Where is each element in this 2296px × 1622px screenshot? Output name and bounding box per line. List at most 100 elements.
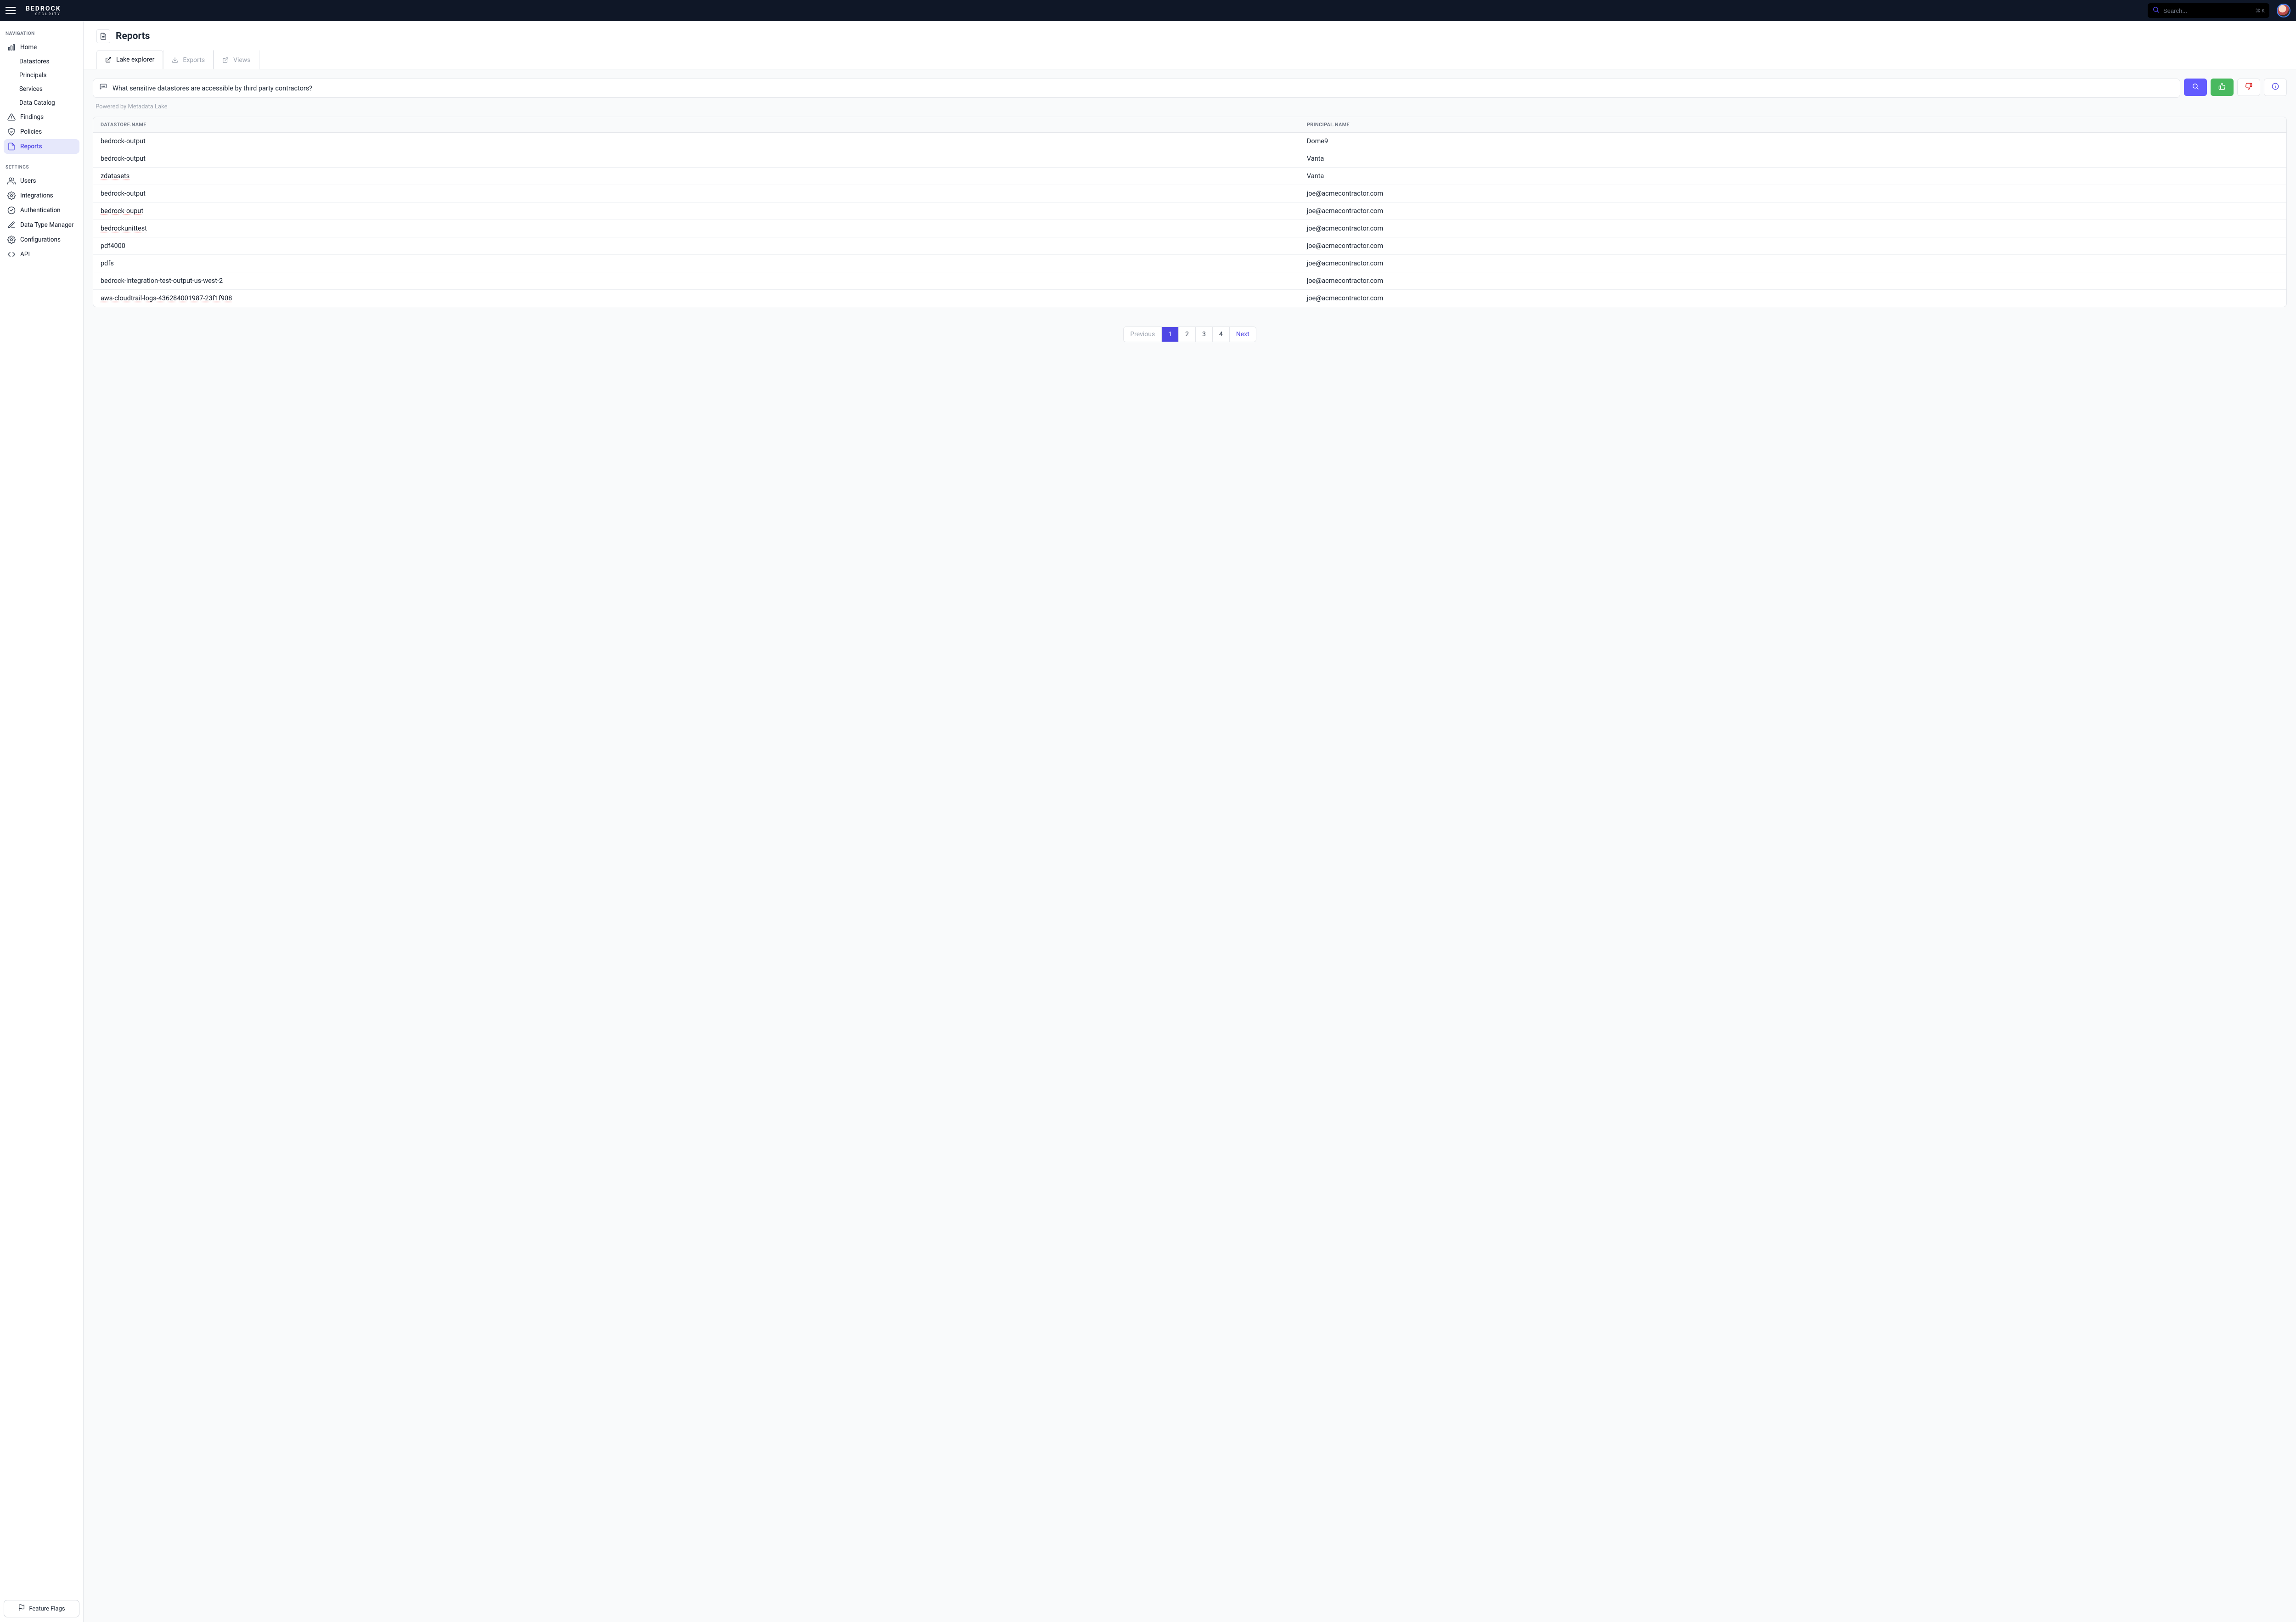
cell-datastore-name: bedrock-output xyxy=(93,185,1300,203)
brand-logo: BEDROCK SECURITY xyxy=(26,6,61,16)
cell-principal-name: Vanta xyxy=(1300,168,2286,185)
query-row: What sensitive datastores are accessible… xyxy=(93,79,2287,98)
tab-views[interactable]: Views xyxy=(214,50,259,69)
sidebar-item-data-type-manager[interactable]: Data Type Manager xyxy=(4,218,79,232)
flag-icon xyxy=(18,1604,25,1613)
query-input-box[interactable]: What sensitive datastores are accessible… xyxy=(93,79,2180,98)
external-link-icon xyxy=(222,56,230,64)
search-icon xyxy=(2152,6,2160,15)
column-datastore-name[interactable]: DATASTORE.NAME xyxy=(93,117,1300,133)
sidebar-item-label: Policies xyxy=(20,128,42,135)
cell-principal-name: joe@acmecontractor.com xyxy=(1300,272,2286,290)
table-row[interactable]: bedrock-outputjoe@acmecontractor.com xyxy=(93,185,2286,203)
sidebar-item-policies[interactable]: Policies xyxy=(4,124,79,139)
sidebar-item-datastores[interactable]: Datastores xyxy=(4,55,79,68)
table-row[interactable]: pdf4000joe@acmecontractor.com xyxy=(93,237,2286,255)
cell-datastore-name: pdfs xyxy=(93,255,1300,272)
tab-label: Lake explorer xyxy=(116,56,154,63)
cell-datastore-name: aws-cloudtrail-logs-436284001987-23f1f90… xyxy=(93,290,1300,307)
cell-datastore-name: bedrock-output xyxy=(93,150,1300,168)
table-row[interactable]: bedrock-ouputjoe@acmecontractor.com xyxy=(93,203,2286,220)
pagination: Previous1234Next xyxy=(93,327,2287,342)
cell-principal-name: joe@acmecontractor.com xyxy=(1300,255,2286,272)
sidebar-item-services[interactable]: Services xyxy=(4,82,79,96)
cell-principal-name: joe@acmecontractor.com xyxy=(1300,220,2286,237)
search-input[interactable] xyxy=(2163,7,2251,14)
table-row[interactable]: zdatasetsVanta xyxy=(93,168,2286,185)
section-settings-label: SETTINGS xyxy=(4,162,79,174)
feature-flags-label: Feature Flags xyxy=(29,1605,65,1612)
settings-icon xyxy=(7,191,16,200)
cell-principal-name: joe@acmecontractor.com xyxy=(1300,290,2286,307)
shield-icon xyxy=(7,128,16,136)
main-content: Reports Lake explorer Exports Views What xyxy=(84,21,2296,1622)
sidebar-item-label: Data Type Manager xyxy=(20,221,73,229)
sidebar-item-integrations[interactable]: Integrations xyxy=(4,188,79,203)
pager-next[interactable]: Next xyxy=(1230,327,1256,342)
sidebar-item-findings[interactable]: Findings xyxy=(4,110,79,124)
search-button[interactable] xyxy=(2184,79,2207,96)
sidebar-item-api[interactable]: API xyxy=(4,247,79,262)
table-row[interactable]: bedrockunittestjoe@acmecontractor.com xyxy=(93,220,2286,237)
info-icon xyxy=(2272,83,2279,92)
sidebar-item-home[interactable]: Home xyxy=(4,40,79,55)
code-icon xyxy=(7,250,16,259)
sidebar-item-reports[interactable]: Reports xyxy=(4,139,79,154)
column-principal-name[interactable]: PRINCIPAL.NAME xyxy=(1300,117,2286,133)
sidebar-item-configurations[interactable]: Configurations xyxy=(4,232,79,247)
file-icon xyxy=(7,142,16,151)
page-icon xyxy=(96,29,110,43)
sidebar-item-label: Authentication xyxy=(20,207,61,214)
tab-label: Views xyxy=(233,56,251,64)
feature-flags-button[interactable]: Feature Flags xyxy=(4,1600,79,1617)
pager-page[interactable]: 4 xyxy=(1213,327,1230,342)
user-avatar[interactable] xyxy=(2277,4,2290,17)
thumbs-up-icon xyxy=(2218,83,2226,92)
table-row[interactable]: bedrock-outputDome9 xyxy=(93,133,2286,150)
cell-datastore-name: zdatasets xyxy=(93,168,1300,185)
cell-principal-name: Dome9 xyxy=(1300,133,2286,150)
sidebar-item-principals[interactable]: Principals xyxy=(4,68,79,82)
cell-principal-name: Vanta xyxy=(1300,150,2286,168)
sidebar-item-label: Home xyxy=(20,44,37,51)
tab-lake-explorer[interactable]: Lake explorer xyxy=(96,50,163,69)
tabs: Lake explorer Exports Views xyxy=(84,50,2296,69)
table-row[interactable]: bedrock-outputVanta xyxy=(93,150,2286,168)
tab-label: Exports xyxy=(183,56,205,64)
menu-toggle-button[interactable] xyxy=(6,4,18,17)
thumbs-down-icon xyxy=(2245,83,2252,92)
table-row[interactable]: bedrock-integration-test-output-us-west-… xyxy=(93,272,2286,290)
cell-datastore-name: bedrockunittest xyxy=(93,220,1300,237)
query-text: What sensitive datastores are accessible… xyxy=(113,84,312,92)
tab-exports[interactable]: Exports xyxy=(163,50,214,69)
sidebar-item-label: Findings xyxy=(20,113,44,121)
cell-datastore-name: pdf4000 xyxy=(93,237,1300,255)
thumbs-down-button[interactable] xyxy=(2237,79,2260,96)
page-header: Reports xyxy=(84,21,2296,50)
cell-datastore-name: bedrock-ouput xyxy=(93,203,1300,220)
download-icon xyxy=(172,56,179,64)
check-circle-icon xyxy=(7,206,16,214)
pager-page[interactable]: 1 xyxy=(1162,327,1179,342)
sidebar-item-data-catalog[interactable]: Data Catalog xyxy=(4,96,79,110)
sidebar-item-label: API xyxy=(20,251,30,258)
cell-principal-name: joe@acmecontractor.com xyxy=(1300,237,2286,255)
sidebar: NAVIGATION Home Datastores Principals Se… xyxy=(0,21,84,1622)
pager-page[interactable]: 3 xyxy=(1196,327,1213,342)
search-icon xyxy=(2192,83,2199,92)
sidebar-item-label: Reports xyxy=(20,143,42,150)
sidebar-item-authentication[interactable]: Authentication xyxy=(4,203,79,218)
gear-icon xyxy=(7,236,16,244)
cell-datastore-name: bedrock-output xyxy=(93,133,1300,150)
table-row[interactable]: aws-cloudtrail-logs-436284001987-23f1f90… xyxy=(93,290,2286,307)
pager-previous[interactable]: Previous xyxy=(1124,327,1162,342)
thumbs-up-button[interactable] xyxy=(2211,79,2234,96)
pager-page[interactable]: 2 xyxy=(1179,327,1196,342)
table-row[interactable]: pdfsjoe@acmecontractor.com xyxy=(93,255,2286,272)
global-search[interactable]: ⌘ K xyxy=(2148,3,2269,18)
sidebar-item-users[interactable]: Users xyxy=(4,174,79,188)
info-button[interactable] xyxy=(2264,79,2287,96)
cell-principal-name: joe@acmecontractor.com xyxy=(1300,203,2286,220)
sidebar-item-label: Principals xyxy=(19,72,46,79)
users-icon xyxy=(7,177,16,185)
